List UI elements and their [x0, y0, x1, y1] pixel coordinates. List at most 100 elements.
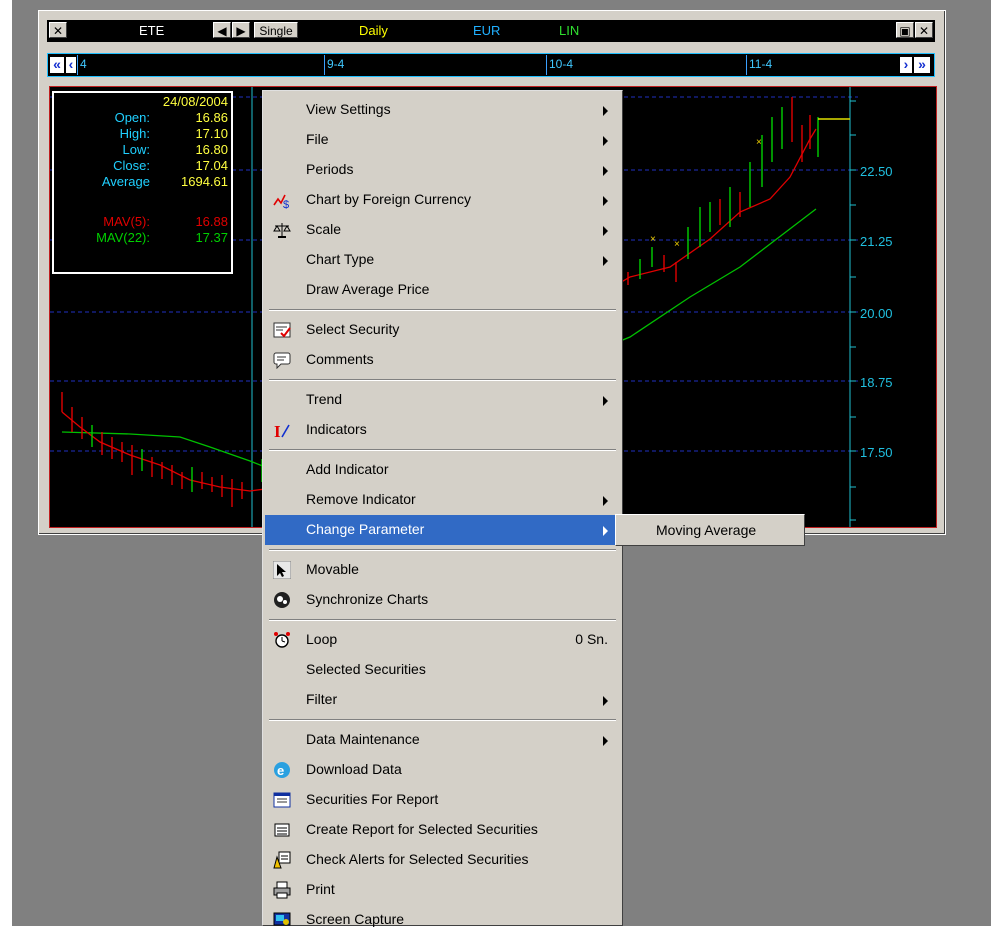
menu-selected-securities[interactable]: Selected Securities: [265, 655, 620, 685]
svg-text:×: ×: [674, 239, 680, 250]
currency-label[interactable]: EUR: [473, 23, 500, 38]
menu-comments[interactable]: Comments: [265, 345, 620, 375]
svg-text:I: I: [274, 422, 281, 439]
menu-scale[interactable]: Scale: [265, 215, 620, 245]
submenu-moving-average[interactable]: Moving Average: [615, 514, 805, 546]
menu-view-settings[interactable]: View Settings: [265, 95, 620, 125]
info-label: High:: [119, 126, 150, 141]
menu-select-security[interactable]: Select Security: [265, 315, 620, 345]
report-icon: [273, 792, 291, 808]
first-page-icon[interactable]: «: [50, 57, 64, 73]
menu-chart-by-foreign-currency[interactable]: $ Chart by Foreign Currency: [265, 185, 620, 215]
comments-icon: [273, 352, 291, 369]
menu-item-label: Filter: [306, 691, 338, 707]
menu-item-label: Screen Capture: [306, 911, 405, 927]
currency-chart-icon: $: [273, 194, 289, 209]
printer-icon: [273, 881, 291, 899]
svg-text:$: $: [283, 199, 289, 209]
close-window-button[interactable]: ✕: [915, 22, 933, 38]
list-icon: [274, 823, 290, 837]
menu-draw-average-price[interactable]: Draw Average Price: [265, 275, 620, 305]
menu-filter[interactable]: Filter: [265, 685, 620, 715]
prev-button[interactable]: ◀: [213, 22, 231, 38]
timeline-tick: 11-4: [746, 55, 772, 75]
menu-item-label: Trend: [306, 391, 343, 407]
y-tick-label: 18.75: [860, 375, 893, 390]
submenu-arrow-icon: [603, 166, 608, 176]
alarm-clock-icon: [274, 632, 290, 648]
info-value: 16.80: [195, 142, 228, 157]
mav5-value: 16.88: [195, 214, 228, 229]
submenu-arrow-icon: [603, 736, 608, 746]
menu-item-label: Change Parameter: [306, 521, 425, 537]
info-value: 17.04: [195, 158, 228, 173]
svg-text:×: ×: [650, 234, 656, 245]
menu-indicators[interactable]: I Indicators: [265, 415, 620, 445]
menu-separator: [269, 619, 616, 621]
svg-text:e: e: [277, 763, 284, 778]
scale-icon: [273, 223, 291, 238]
menu-synchronize-charts[interactable]: Synchronize Charts: [265, 585, 620, 615]
indicators-icon: I: [274, 422, 290, 439]
prev-page-icon[interactable]: ‹: [66, 57, 76, 73]
loop-interval: 0 Sn.: [575, 631, 608, 647]
scale-label[interactable]: LIN: [559, 23, 579, 38]
submenu-arrow-icon: [603, 196, 608, 206]
menu-securities-for-report[interactable]: Securities For Report: [265, 785, 620, 815]
info-label: Close:: [113, 158, 150, 173]
menu-item-label: Data Maintenance: [306, 731, 420, 747]
menu-trend[interactable]: Trend: [265, 385, 620, 415]
menu-file[interactable]: File: [265, 125, 620, 155]
timeline-bar[interactable]: « ‹ 4 9-4 10-4 11-4 › »: [47, 53, 935, 77]
menu-item-label: Download Data: [306, 761, 402, 777]
submenu-arrow-icon: [603, 106, 608, 116]
menu-loop[interactable]: Loop 0 Sn.: [265, 625, 620, 655]
menu-movable[interactable]: Movable: [265, 555, 620, 585]
menu-download-data[interactable]: e Download Data: [265, 755, 620, 785]
event-markers: × × ×: [650, 137, 762, 250]
download-icon: e: [274, 762, 290, 778]
mav22-value: 17.37: [195, 230, 228, 245]
menu-item-label: Securities For Report: [306, 791, 439, 807]
maximize-button[interactable]: ▣: [896, 22, 914, 38]
select-security-icon: [273, 322, 291, 338]
info-label: Average: [101, 174, 150, 189]
menu-print[interactable]: Print: [265, 875, 620, 905]
menu-separator: [269, 549, 616, 551]
next-button[interactable]: ▶: [232, 22, 250, 38]
submenu-arrow-icon: [603, 696, 608, 706]
submenu-item-label: Moving Average: [656, 522, 757, 538]
menu-screen-capture[interactable]: Screen Capture: [265, 905, 620, 935]
menu-check-alerts[interactable]: Check Alerts for Selected Securities: [265, 845, 620, 875]
close-chart-button[interactable]: ✕: [49, 22, 67, 38]
last-page-icon[interactable]: »: [914, 57, 930, 73]
menu-change-parameter[interactable]: Change Parameter: [265, 515, 620, 545]
single-mode-button[interactable]: Single: [254, 22, 298, 38]
menu-chart-type[interactable]: Chart Type: [265, 245, 620, 275]
info-label: Low:: [122, 142, 150, 157]
menu-separator: [269, 449, 616, 451]
menu-data-maintenance[interactable]: Data Maintenance: [265, 725, 620, 755]
y-tick-label: 17.50: [860, 445, 893, 460]
menu-item-label: Print: [306, 881, 335, 897]
menu-item-label: Loop: [306, 631, 338, 647]
menu-create-report[interactable]: Create Report for Selected Securities: [265, 815, 620, 845]
info-value: 1694.61: [181, 174, 228, 189]
svg-text:×: ×: [756, 137, 762, 148]
menu-periods[interactable]: Periods: [265, 155, 620, 185]
next-page-icon[interactable]: ›: [900, 57, 912, 73]
symbol-label[interactable]: ETE: [139, 23, 164, 38]
alert-icon: [273, 851, 291, 869]
info-value: 16.86: [195, 110, 228, 125]
menu-remove-indicator[interactable]: Remove Indicator: [265, 485, 620, 515]
menu-item-label: Scale: [306, 221, 342, 237]
menu-item-label: Remove Indicator: [306, 491, 416, 507]
submenu-arrow-icon: [603, 256, 608, 266]
menu-add-indicator[interactable]: Add Indicator: [265, 455, 620, 485]
info-label: Open:: [114, 110, 150, 125]
menu-item-label: View Settings: [306, 101, 391, 117]
timeline-tick: 10-4: [546, 55, 573, 75]
period-label[interactable]: Daily: [359, 23, 388, 38]
menu-item-label: Periods: [306, 161, 354, 177]
menu-item-label: Synchronize Charts: [306, 591, 429, 607]
